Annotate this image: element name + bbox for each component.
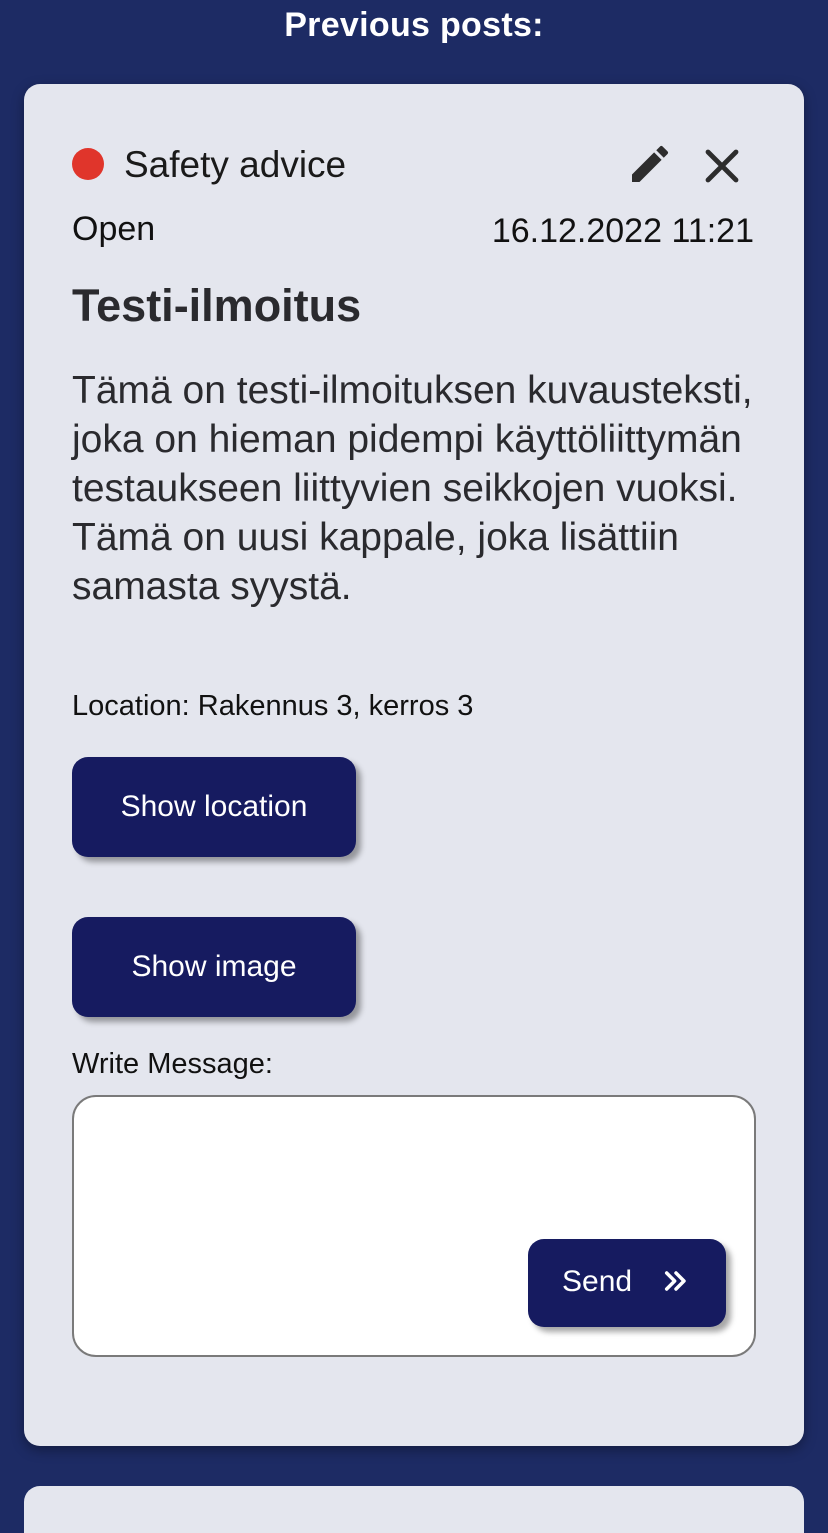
next-post-card: [24, 1486, 804, 1533]
post-card: Safety advice Open 16.12.2022 11:21 Test…: [24, 84, 804, 1446]
post-category: Safety advice: [124, 144, 347, 185]
post-timestamp: 16.12.2022 11:21: [491, 212, 754, 250]
send-button[interactable]: Send: [528, 1239, 726, 1327]
double-chevron-right-icon: [664, 1271, 686, 1291]
message-label: Write Message:: [72, 1048, 273, 1080]
message-box: Send: [72, 1095, 756, 1357]
post-location: Location: Rakennus 3, kerros 3: [72, 690, 474, 722]
close-icon[interactable]: [698, 142, 746, 190]
show-location-button[interactable]: Show location: [72, 757, 356, 857]
show-image-button[interactable]: Show image: [72, 917, 356, 1017]
message-input[interactable]: [94, 1113, 734, 1233]
status-indicator: [72, 148, 104, 180]
edit-icon[interactable]: [626, 140, 674, 188]
section-title: Previous posts:: [284, 6, 544, 44]
post-title: Testi-ilmoitus: [72, 280, 362, 331]
post-status: Open: [72, 210, 156, 248]
send-button-label: Send: [562, 1265, 633, 1298]
post-description: Tämä on testi-ilmoituksen kuvausteksti, …: [72, 369, 753, 608]
